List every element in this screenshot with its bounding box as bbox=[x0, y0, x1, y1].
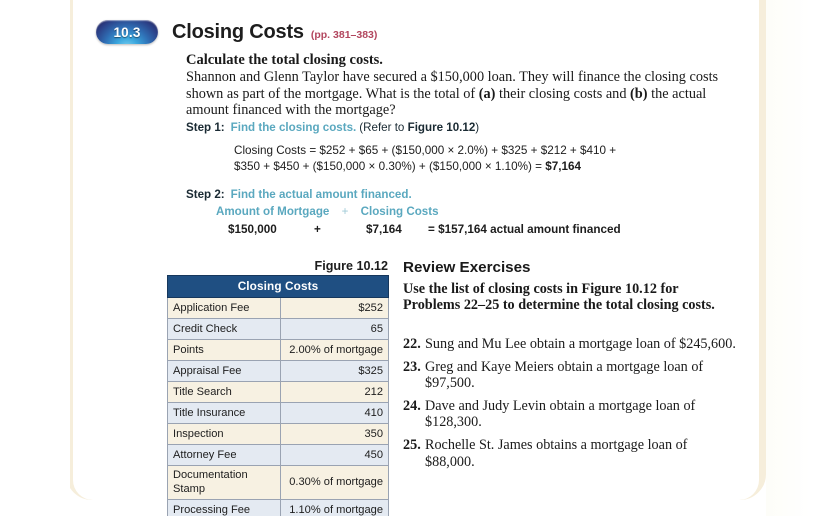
row-label: Credit Check bbox=[167, 318, 281, 340]
step-1-text: Find the closing costs. bbox=[230, 121, 357, 134]
step-1-ref-prefix: (Refer to bbox=[359, 121, 408, 134]
row-label: Processing Fee bbox=[167, 499, 281, 516]
problem-text: Greg and Kaye Meiers obtain a mortgage l… bbox=[425, 358, 704, 392]
problem-number: 24. bbox=[403, 397, 421, 414]
step-2-header-right: Closing Costs bbox=[360, 205, 439, 218]
textbook-page: 10.3 Closing Costs (pp. 381–383) Calcula… bbox=[0, 0, 840, 516]
review-intro-line-3: closing costs. bbox=[636, 297, 715, 314]
step-1-formula-line-2: $350 + $450 + ($150,000 × 0.30%) + ($150… bbox=[234, 160, 581, 173]
row-value: 450 bbox=[279, 444, 390, 466]
step-1-reference: (Refer to Figure 10.12) bbox=[359, 121, 479, 134]
problem-body-line-1: Shannon and Glenn Taylor have secured a … bbox=[186, 69, 686, 85]
problem-number: 25. bbox=[403, 436, 421, 453]
row-value: 350 bbox=[279, 423, 390, 445]
problem-choice-a: (a) bbox=[478, 85, 496, 102]
problem-body: Shannon and Glenn Taylor have secured a … bbox=[186, 69, 742, 119]
problem-text: Rochelle St. James obtains a mortgage lo… bbox=[425, 436, 688, 470]
row-label: Application Fee bbox=[167, 297, 281, 319]
step-1-ref-suffix: ) bbox=[475, 121, 480, 134]
table-body: Application Fee $252 Credit Check 65 Poi… bbox=[167, 297, 390, 516]
problem-choice-b: (b) bbox=[630, 85, 648, 102]
row-label: Attorney Fee bbox=[167, 444, 281, 466]
step-1-label: Step 1: bbox=[186, 121, 225, 134]
step-2-value-plus: + bbox=[314, 223, 321, 236]
table-row: Application Fee $252 bbox=[167, 297, 390, 319]
table-header-row: Closing Costs bbox=[167, 275, 389, 298]
table-row: Credit Check 65 bbox=[167, 318, 390, 340]
row-value: $252 bbox=[279, 297, 390, 319]
problem-text: Dave and Judy Levin obtain a mortgage lo… bbox=[425, 397, 696, 431]
list-item: 24. Dave and Judy Levin obtain a mortgag… bbox=[403, 398, 739, 431]
row-label: Appraisal Fee bbox=[167, 360, 281, 382]
row-value: 410 bbox=[279, 402, 390, 424]
row-label: Points bbox=[167, 339, 281, 361]
row-label: Title Search bbox=[167, 381, 281, 403]
review-exercises-intro: Use the list of closing costs in Figure … bbox=[403, 281, 733, 314]
section-header: 10.3 Closing Costs (pp. 381–383) bbox=[96, 20, 377, 44]
section-number-badge: 10.3 bbox=[96, 20, 158, 44]
row-value: 212 bbox=[279, 381, 390, 403]
row-label: Documentation Stamp bbox=[167, 465, 281, 500]
row-label: Inspection bbox=[167, 423, 281, 445]
row-value: 65 bbox=[279, 318, 390, 340]
step-2-header-left: Amount of Mortgage bbox=[216, 205, 330, 218]
step-2-values-row: $150,000 + $7,164 = $157,164 actual amount … bbox=[228, 223, 621, 236]
closing-costs-table: Closing Costs Application Fee $252 Credi… bbox=[167, 275, 390, 516]
row-value: 2.00% of mortgage bbox=[279, 339, 390, 361]
problem-body-line-2c: their closing costs and bbox=[495, 85, 631, 102]
table-row: Title Insurance 410 bbox=[167, 402, 390, 424]
step-2-label: Step 2: bbox=[186, 188, 225, 201]
problem-number: 22. bbox=[403, 336, 421, 352]
table-row: Inspection 350 bbox=[167, 423, 390, 445]
list-item: 22. Sung and Mu Lee obtain a mortgage lo… bbox=[403, 336, 739, 353]
review-exercises-title: Review Exercises bbox=[403, 259, 531, 276]
page-title: Closing Costs bbox=[172, 20, 304, 43]
table-row: Title Search 212 bbox=[167, 381, 390, 403]
problem-text: Sung and Mu Lee obtain a mortgage loan o… bbox=[425, 336, 736, 352]
table-header-title: Closing Costs bbox=[167, 275, 389, 298]
step-1-row: Step 1: Find the closing costs. (Refer to … bbox=[186, 121, 479, 134]
step-2-value-closing-costs: $7,164 bbox=[366, 223, 402, 236]
table-row: Processing Fee 1.10% of mortgage bbox=[167, 499, 390, 516]
table-row: Attorney Fee 450 bbox=[167, 444, 390, 466]
step-1-ref-figure: Figure 10.12 bbox=[407, 121, 476, 134]
problem-number: 23. bbox=[403, 358, 421, 375]
step-1-formula-line-1: Closing Costs = $252 + $65 + ($150,000 ×… bbox=[234, 144, 617, 157]
row-value: 1.10% of mortgage bbox=[279, 499, 390, 516]
step-2-row: Step 2: Find the actual amount financed. bbox=[186, 188, 412, 201]
row-value: 0.30% of mortgage bbox=[279, 465, 390, 500]
list-item: 25. Rochelle St. James obtains a mortgag… bbox=[403, 437, 739, 470]
table-row: Appraisal Fee $325 bbox=[167, 360, 390, 382]
page-reference: (pp. 381–383) bbox=[310, 29, 378, 41]
step-2-formula-header: Amount of Mortgage + Closing Costs bbox=[216, 205, 439, 218]
step-2-header-plus: + bbox=[341, 205, 349, 218]
page-content: 10.3 Closing Costs (pp. 381–383) Calcula… bbox=[0, 0, 840, 516]
table-row: Documentation Stamp 0.30% of mortgage bbox=[167, 465, 390, 500]
table-row: Points 2.00% of mortgage bbox=[167, 339, 390, 361]
review-problems-list: 22. Sung and Mu Lee obtain a mortgage lo… bbox=[403, 336, 739, 476]
step-2-value-result: = $157,164 actual amount financed bbox=[428, 223, 621, 236]
step-1-total: $7,164 bbox=[545, 160, 582, 173]
step-2-text: Find the actual amount financed. bbox=[230, 188, 412, 201]
review-intro-line-1: Use the list of closing costs in Figure … bbox=[403, 281, 657, 297]
step-1-formula-line-2-text: $350 + $450 + ($150,000 × 0.30%) + ($150… bbox=[234, 160, 546, 173]
problem-directive: Calculate the total closing costs. bbox=[186, 52, 383, 68]
step-2-value-mortgage: $150,000 bbox=[228, 223, 277, 236]
figure-caption: Figure 10.12 bbox=[314, 259, 389, 273]
row-value: $325 bbox=[279, 360, 390, 382]
list-item: 23. Greg and Kaye Meiers obtain a mortga… bbox=[403, 359, 739, 392]
row-label: Title Insurance bbox=[167, 402, 281, 424]
